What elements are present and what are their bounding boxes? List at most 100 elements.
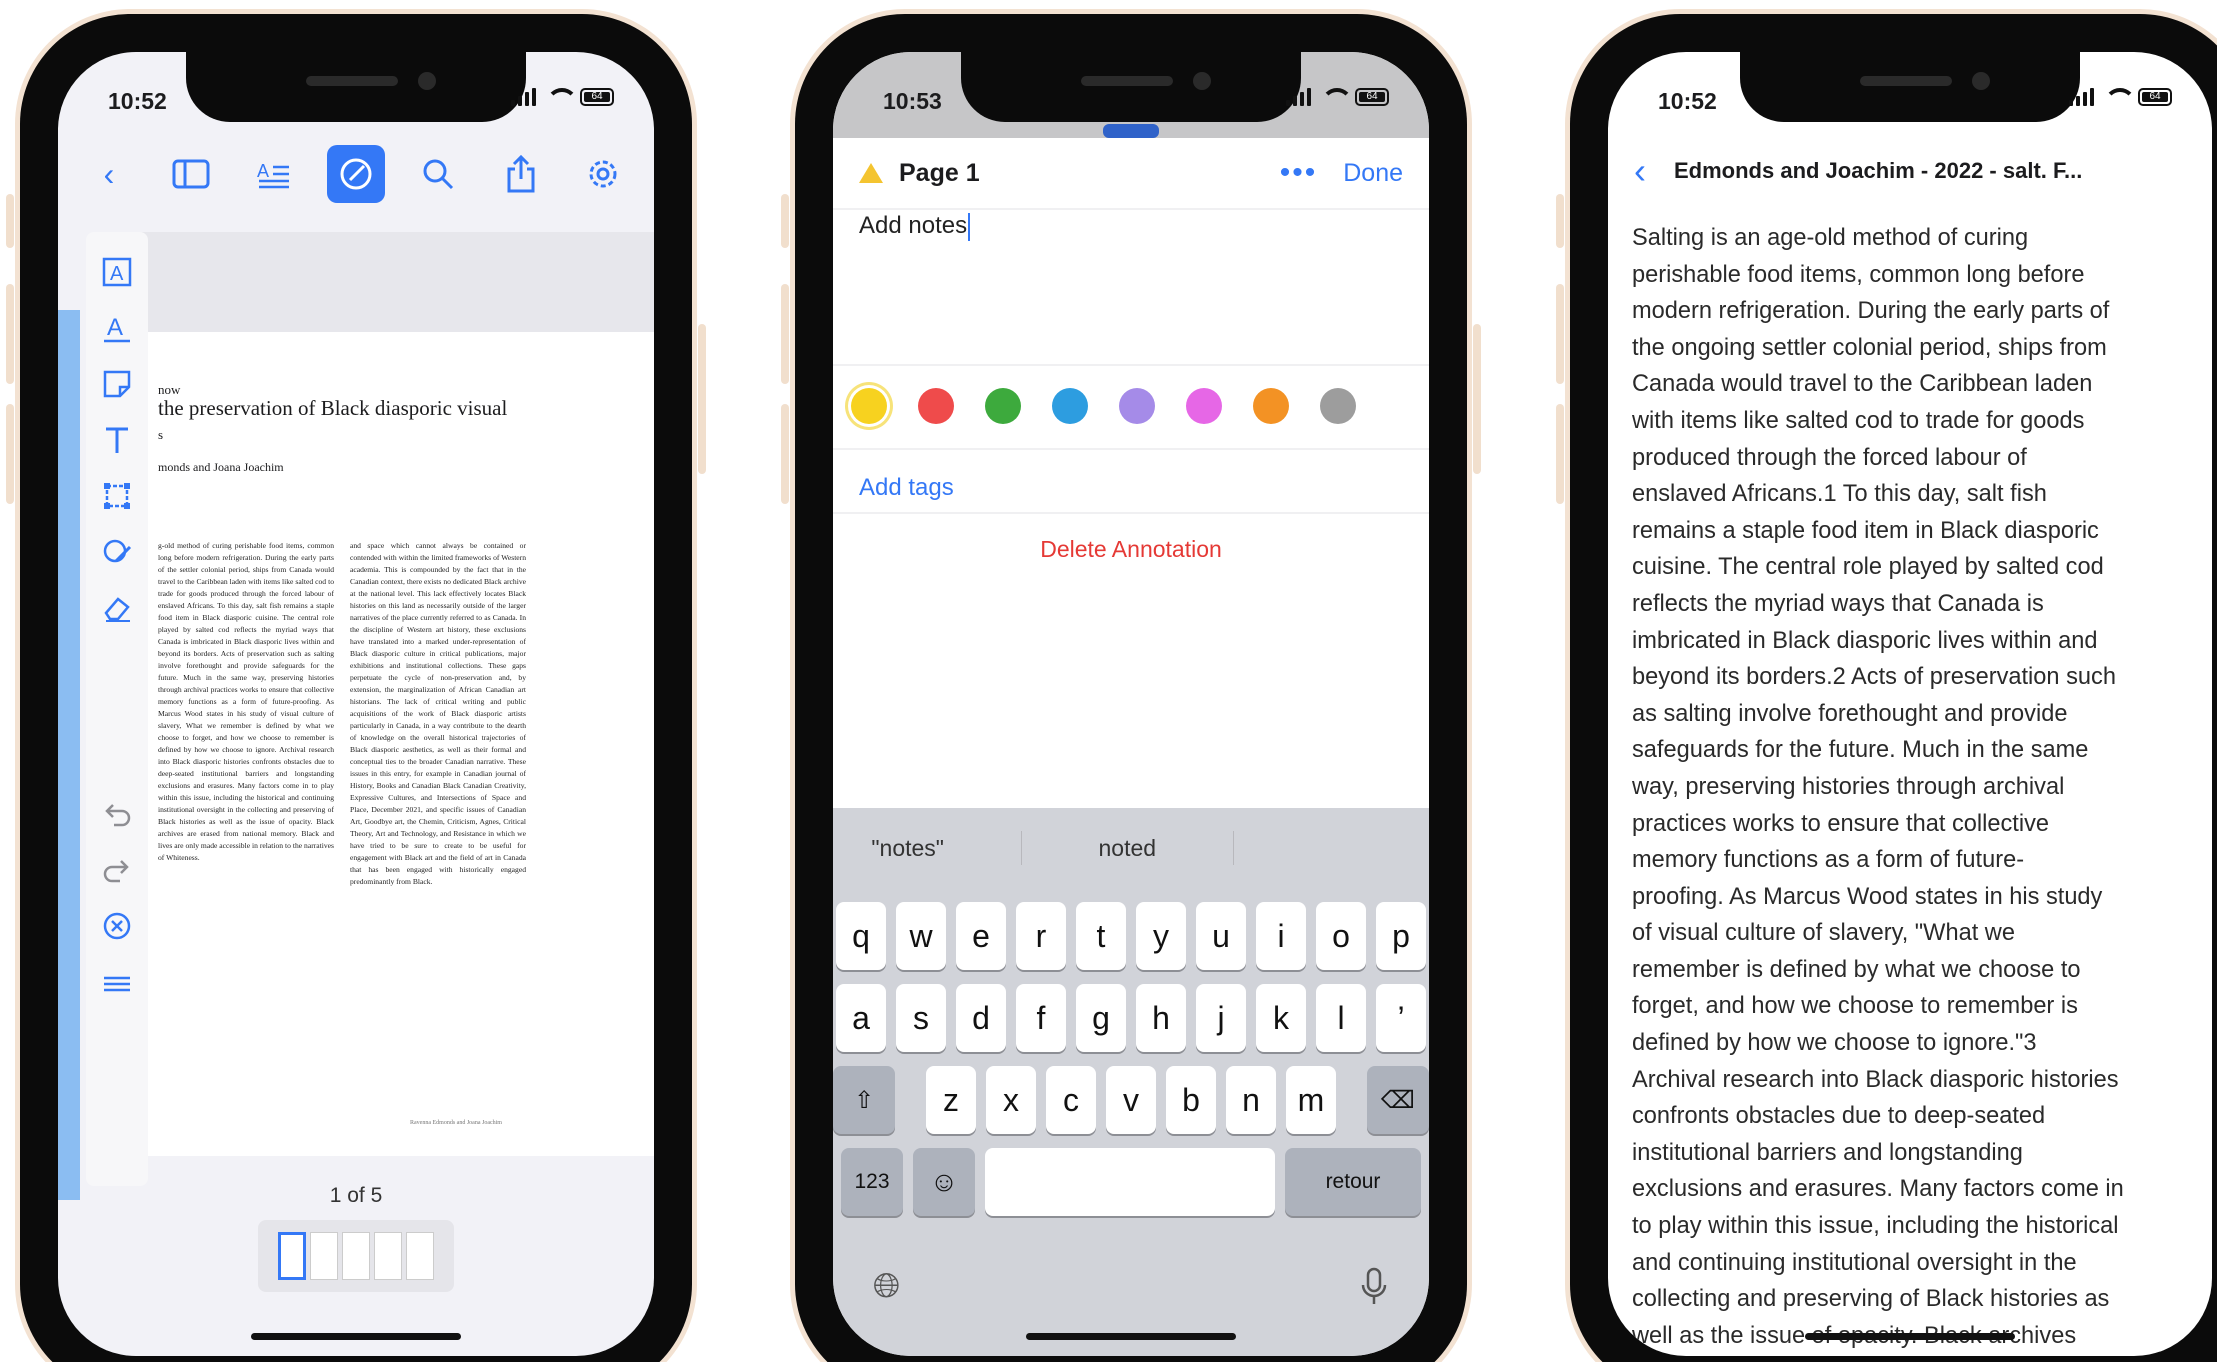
eraser-icon[interactable] xyxy=(92,580,142,636)
reader-line: with items like salted cod to trade for … xyxy=(1632,407,2085,434)
text-markup-icon[interactable]: A xyxy=(92,300,142,356)
sidebar-icon[interactable] xyxy=(162,145,220,203)
battery-icon: 64 xyxy=(2138,88,2172,106)
text-outline-icon[interactable]: A xyxy=(245,145,303,203)
suggestion-item[interactable]: "notes" xyxy=(871,835,944,862)
key[interactable]: t xyxy=(1076,902,1126,970)
page-thumbnail[interactable] xyxy=(374,1232,402,1280)
reader-screen: 10:52 64 ‹ Edmonds and Joachim - 2022 - … xyxy=(1608,52,2212,1356)
doc-title: the preservation of Black diasporic visu… xyxy=(158,396,508,420)
gear-icon[interactable] xyxy=(574,145,632,203)
key[interactable]: o xyxy=(1316,902,1366,970)
share-icon[interactable] xyxy=(492,145,550,203)
reader-line: remember is defined by what we choose to xyxy=(1632,956,2081,983)
color-swatch[interactable] xyxy=(1253,388,1289,424)
suggestion-bar: "notes" noted xyxy=(833,808,1429,888)
globe-icon[interactable]: 🌐︎ xyxy=(873,1267,900,1316)
notch xyxy=(1740,52,2080,122)
key[interactable]: e xyxy=(956,902,1006,970)
volume-up-button xyxy=(1556,284,1564,384)
color-swatch[interactable] xyxy=(851,388,887,424)
home-indicator[interactable] xyxy=(1026,1333,1236,1340)
notes-input[interactable]: Add notes xyxy=(859,212,1403,362)
key[interactable]: u xyxy=(1196,902,1246,970)
page-thumbnail[interactable] xyxy=(278,1232,306,1280)
numbers-key[interactable]: 123 xyxy=(841,1148,903,1216)
text-box-icon[interactable]: A xyxy=(92,244,142,300)
reader-line: modern refrigeration. During the early p… xyxy=(1632,298,2110,325)
color-swatch[interactable] xyxy=(1320,388,1356,424)
key[interactable]: k xyxy=(1256,984,1306,1052)
key[interactable]: ’ xyxy=(1376,984,1426,1052)
delete-key[interactable]: ⌫ xyxy=(1366,1066,1429,1134)
page-thumbnail[interactable] xyxy=(310,1232,338,1280)
status-time: 10:53 xyxy=(883,88,942,114)
key[interactable]: m xyxy=(1286,1066,1336,1134)
shift-key[interactable]: ⇧ xyxy=(833,1066,896,1134)
more-button[interactable]: ••• xyxy=(1280,156,1318,190)
phone-annotate-view: 10:52 64 ‹ A A A now the preservation of… xyxy=(6,14,706,1362)
key[interactable]: b xyxy=(1166,1066,1216,1134)
keyboard-bottom-bar: 🌐︎ xyxy=(873,1267,1389,1316)
color-swatch[interactable] xyxy=(1052,388,1088,424)
emoji-key[interactable]: ☺ xyxy=(913,1148,975,1216)
key[interactable]: z xyxy=(926,1066,976,1134)
divider xyxy=(833,208,1429,210)
key[interactable]: j xyxy=(1196,984,1246,1052)
note-icon[interactable] xyxy=(92,356,142,412)
key[interactable]: x xyxy=(986,1066,1036,1134)
home-indicator[interactable] xyxy=(251,1333,461,1340)
doc-authors: monds and Joana Joachim xyxy=(158,460,284,474)
signature-icon[interactable] xyxy=(92,524,142,580)
annotate-icon[interactable] xyxy=(326,145,385,203)
key[interactable]: q xyxy=(836,902,886,970)
key[interactable]: g xyxy=(1076,984,1126,1052)
key[interactable]: p xyxy=(1376,902,1426,970)
page-gray-band xyxy=(118,232,654,332)
key[interactable]: h xyxy=(1136,984,1186,1052)
text-icon[interactable] xyxy=(92,412,142,468)
key[interactable]: w xyxy=(896,902,946,970)
reader-line: way, preserving histories through archiv… xyxy=(1632,773,2065,800)
add-tags-button[interactable]: Add tags xyxy=(859,474,954,502)
crop-icon[interactable] xyxy=(92,468,142,524)
key[interactable]: c xyxy=(1046,1066,1096,1134)
key[interactable]: r xyxy=(1016,902,1066,970)
close-circle-icon[interactable] xyxy=(92,898,142,954)
done-button[interactable]: Done xyxy=(1343,159,1403,188)
delete-annotation-button[interactable]: Delete Annotation xyxy=(833,536,1429,563)
menu-icon[interactable] xyxy=(92,954,142,1010)
redo-icon[interactable] xyxy=(92,842,142,898)
key[interactable]: y xyxy=(1136,902,1186,970)
color-swatch[interactable] xyxy=(1119,388,1155,424)
reader-line: as salting involve forethought and provi… xyxy=(1632,700,2068,727)
page-thumbnail-strip[interactable] xyxy=(258,1220,454,1292)
key[interactable]: s xyxy=(896,984,946,1052)
chevron-left-icon[interactable]: ‹ xyxy=(80,145,138,203)
color-swatch[interactable] xyxy=(1186,388,1222,424)
reader-line: safeguards for the future. Much in the s… xyxy=(1632,737,2089,764)
signal-icon xyxy=(1286,88,1311,106)
key[interactable]: i xyxy=(1256,902,1306,970)
page-thumbnail[interactable] xyxy=(342,1232,370,1280)
search-icon[interactable] xyxy=(409,145,467,203)
space-key[interactable] xyxy=(985,1148,1275,1216)
sheet-grabber[interactable] xyxy=(1103,124,1159,138)
keyboard-row: qwertyuiop xyxy=(833,902,1429,970)
microphone-icon[interactable] xyxy=(1359,1267,1389,1316)
key[interactable]: f xyxy=(1016,984,1066,1052)
key[interactable]: a xyxy=(836,984,886,1052)
color-swatch[interactable] xyxy=(985,388,1021,424)
key[interactable]: n xyxy=(1226,1066,1276,1134)
volume-down-button xyxy=(6,404,14,504)
color-swatch[interactable] xyxy=(918,388,954,424)
home-indicator[interactable] xyxy=(1805,1333,2015,1340)
undo-icon[interactable] xyxy=(92,786,142,842)
chevron-left-icon[interactable]: ‹ xyxy=(1634,150,1646,192)
key[interactable]: d xyxy=(956,984,1006,1052)
suggestion-item[interactable]: noted xyxy=(1099,835,1157,862)
key[interactable]: v xyxy=(1106,1066,1156,1134)
page-thumbnail[interactable] xyxy=(406,1232,434,1280)
key[interactable]: l xyxy=(1316,984,1366,1052)
return-key[interactable]: retour xyxy=(1285,1148,1421,1216)
